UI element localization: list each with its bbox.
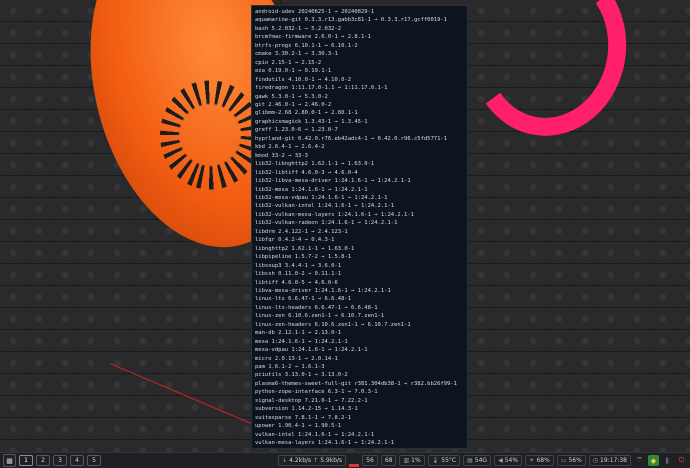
disk-icon: ▤: [467, 457, 473, 464]
terminal-line: pam 1.6.1-2 → 1.6.1-3: [255, 364, 325, 371]
terminal-line: lib32-vulkan-intel 1:24.1.6-1 → 1:24.2.1…: [255, 203, 395, 210]
network-widget[interactable]: ↓ 4.2kb/s ↑ 5.9kb/s: [278, 455, 347, 466]
cpu-value: 68: [384, 457, 393, 464]
terminal-line: libva-mesa-driver 1:24.1.6-1 → 1:24.2.1-…: [255, 287, 391, 294]
battery-value: 56%: [568, 457, 582, 464]
terminal-line: python-zope-interface 6.3-1 → 7.0.3-1: [255, 389, 378, 396]
terminal-line: findutils 4.10.0-1 → 4.10.0-2: [255, 76, 352, 83]
terminal-line: eza 0.19.0-1 → 0.19.1-1: [255, 68, 332, 75]
network-download: 4.2kb/s: [289, 457, 312, 464]
volume-widget[interactable]: ◀ 54%: [494, 455, 523, 466]
bluetooth-icon[interactable]: ᛒ: [662, 455, 673, 466]
terminal-line: lib32-mesa 1:24.1.6-1 → 1:24.2.1-1: [255, 186, 368, 193]
brightness-value: 68%: [536, 457, 550, 464]
terminal-line: bash 5.2.032-1 → 5.2.032-2: [255, 25, 342, 32]
terminal-line: libpipeline 1.5.7-2 → 1.5.8-1: [255, 254, 352, 261]
workspace-1[interactable]: 1: [19, 455, 33, 466]
terminal-line: lib32-vulkan-radeon 1:24.1.6-1 → 1:24.2.…: [255, 220, 398, 227]
terminal-line: graphicsmagick 1.3.43-1 → 1.3.45-1: [255, 118, 368, 125]
thermometer-icon: 🌡: [431, 457, 440, 464]
terminal-line: libssh 0.11.0-2 → 0.11.1-1: [255, 271, 342, 278]
clock-value: 19:17:38: [600, 457, 627, 464]
terminal-line: git 2.46.0-1 → 2.46.0-2: [255, 101, 332, 108]
terminal-line: suitesparse 7.8.1-1 → 7.8.2-1: [255, 414, 352, 421]
battery-widget[interactable]: ▭ 56%: [556, 455, 586, 466]
memory-widget[interactable]: ▥ 1%: [399, 455, 425, 466]
terminal-line: vulkan-radeon 1:24.1.6-1 → 1:24.2.1-1: [255, 448, 464, 449]
orange-ridges-decoration: [160, 80, 260, 190]
taskbar: ▦ 1 2 3 4 5 ↓ 4.2kb/s ↑ 5.9kb/s 56 68 ▥ …: [0, 452, 690, 468]
network-upload: 5.9kb/s: [320, 457, 343, 464]
terminal-line: lib32-vulkan-mesa-layers 1:24.1.6-1 → 1:…: [255, 211, 414, 218]
workspace-2[interactable]: 2: [36, 455, 50, 466]
download-icon: ↓: [282, 457, 288, 464]
clock-widget[interactable]: ◷ 19:17:38: [588, 455, 631, 466]
grid-menu-icon[interactable]: ▦: [3, 454, 16, 467]
workspace-3[interactable]: 3: [53, 455, 67, 466]
workspace-5[interactable]: 5: [87, 455, 101, 466]
sun-icon: ☀: [529, 457, 535, 464]
volume-value: 54%: [504, 457, 519, 464]
terminal-line: brcmfmac-firmware 2.6.0-1 → 2.8.1-1: [255, 34, 371, 41]
terminal-line: aquamarine-git 0.3.3.r13.gabb3c81-1 → 0.…: [255, 17, 448, 24]
terminal-line: firedragon 1:11.17.0-1.1 → 1:11.17.0.1-1: [255, 85, 388, 92]
terminal-line: cmake 3.30.2-1 → 3.30.3-1: [255, 51, 338, 58]
workspace-4[interactable]: 4: [70, 455, 84, 466]
terminal-line: hyprland-git 0.42.0.r76.eb42adc4-1 → 0.4…: [255, 135, 448, 142]
wifi-icon[interactable]: ⌔: [634, 455, 645, 466]
terminal-line: android-udev 20240625-1 → 20240829-1: [255, 9, 375, 15]
terminal-line: vulkan-mesa-layers 1:24.1.6-1 → 1:24.2.1…: [255, 440, 395, 447]
terminal-line: micro 2.0.13-1 → 2.0.14-1: [255, 355, 338, 362]
battery-icon: ▭: [560, 457, 567, 464]
terminal-line: mesa 1:24.1.6-1 → 1:24.2.1-1: [255, 338, 348, 345]
disk-value: 54G: [474, 457, 488, 464]
terminal-line: subversion 1.14.2-15 → 1.14.3-1: [255, 406, 358, 413]
brightness-widget[interactable]: ☀ 68%: [525, 455, 554, 466]
terminal-line: plasma6-themes-sweet-full-git r381.304db…: [255, 380, 457, 387]
memory-icon: ▥: [403, 457, 410, 464]
disk-widget[interactable]: ▤ 54G: [463, 455, 492, 466]
clock-icon: ◷: [592, 457, 599, 464]
cpu-widget[interactable]: 68: [380, 455, 397, 466]
terminal-window[interactable]: android-udev 20240625-1 → 20240829-1 aqua…: [251, 5, 468, 449]
terminal-line: kmod 33-2 → 33-3: [255, 152, 308, 159]
terminal-line: lib32-libtiff 4.6.0-3 → 4.6.0-4: [255, 169, 358, 176]
terminal-line: linux-lts-headers 6.6.47-1 → 6.6.48-1: [255, 304, 378, 311]
terminal-line: pciutils 3.13.0-1 → 3.13.0-2: [255, 372, 348, 379]
terminal-line: linux-zen 6.10.6.zen1-1 → 6.10.7.zen1-1: [255, 313, 385, 320]
temperature-widget[interactable]: 🌡 55°C: [427, 455, 461, 466]
terminal-line: mesa-vdpau 1:24.1.6-1 → 1:24.2.1-1: [255, 347, 368, 354]
upload-icon: ↑: [313, 457, 319, 464]
terminal-line: glibmm-2.68 2.80.0-1 → 2.80.1-1: [255, 110, 358, 117]
terminal-line: cpio 2.15-1 → 2.15-2: [255, 59, 322, 66]
terminal-line: linux-zen-headers 6.10.6.zen1-1 → 6.10.7…: [255, 321, 411, 328]
terminal-line: lib32-mesa-vdpau 1:24.1.6-1 → 1:24.2.1-1: [255, 194, 388, 201]
temperature-value: 55°C: [441, 457, 457, 464]
updates-widget[interactable]: 56: [362, 455, 378, 466]
pink-arc-decoration: [458, 0, 638, 146]
terminal-line: btrfs-progs 6.10.1-1 → 6.10.1-2: [255, 42, 358, 49]
terminal-line: libfqr 0.4.2-4 → 0.4.3-1: [255, 237, 335, 244]
flag-icon[interactable]: ◆: [648, 455, 659, 466]
terminal-line: man-db 2.12.1-1 → 2.13.0-1: [255, 330, 342, 337]
active-indicator: [349, 464, 360, 467]
terminal-line: gawk 5.3.0-1 → 5.3.0-2: [255, 93, 328, 100]
terminal-line: libnghttp2 1.62.1-1 → 1.63.0-1: [255, 245, 355, 252]
updates-count: 56: [366, 457, 374, 464]
memory-value: 1%: [411, 457, 421, 464]
terminal-line: upower 1.90.4-1 → 1.90.5-1: [255, 423, 342, 430]
terminal-line: greff 1.23.0-6 → 1.23.0-7: [255, 127, 338, 134]
terminal-line: lib32-libnghttp2 1.62.1-1 → 1.63.0-1: [255, 161, 375, 168]
terminal-line: vulkan-intel 1:24.1.6-1 → 1:24.2.1-1: [255, 431, 375, 438]
power-icon[interactable]: ⏻: [676, 455, 687, 466]
terminal-line: libsoup3 3.4.4-1 → 3.6.0-1: [255, 262, 342, 269]
terminal-line: linux-lts 6.6.47-1 → 6.6.48-1: [255, 296, 352, 303]
speaker-icon: ◀: [498, 457, 503, 464]
terminal-line: signal-desktop 7.21.0-1 → 7.22.2-1: [255, 397, 368, 404]
terminal-line: libtiff 4.6.0-5 → 4.6.0-6: [255, 279, 338, 286]
terminal-line: lib32-libva-mesa-driver 1:24.1.6-1 → 1:2…: [255, 178, 411, 185]
terminal-line: libdrm 2.4.122-1 → 2.4.123-1: [255, 228, 348, 235]
terminal-line: kbd 2.6.4-1 → 2.6.4-2: [255, 144, 325, 151]
